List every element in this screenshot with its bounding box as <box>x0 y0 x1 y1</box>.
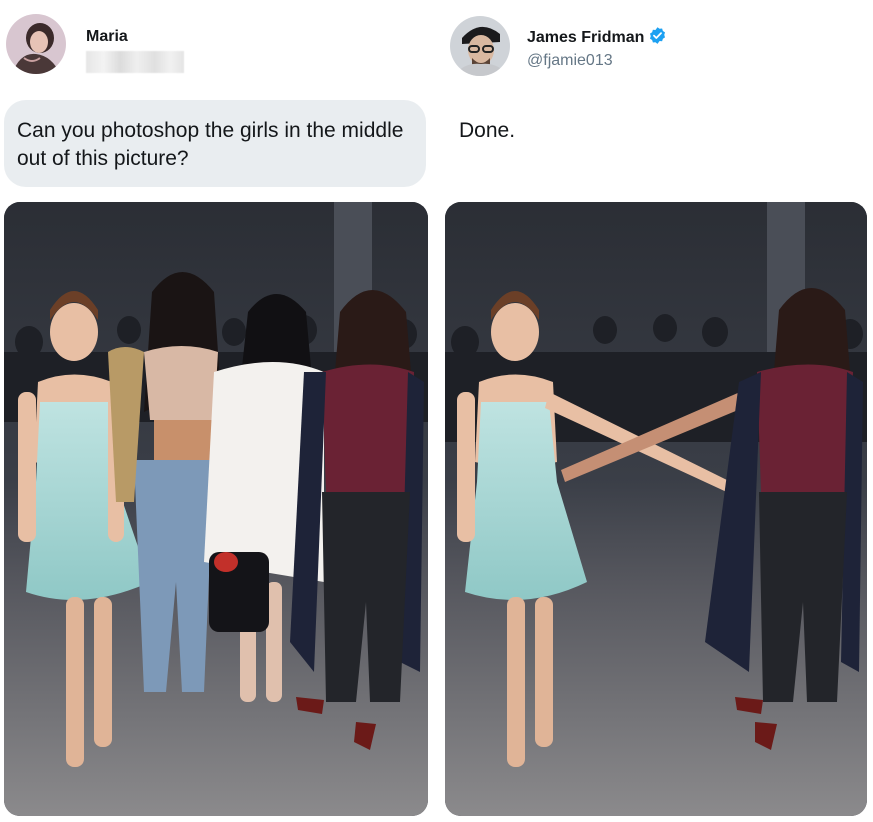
james-handle[interactable]: @fjamie013 <box>527 52 613 70</box>
question-message-text: Can you photoshop the girls in the middl… <box>17 119 404 170</box>
question-message-bubble: Can you photoshop the girls in the middl… <box>4 100 426 187</box>
james-user-name[interactable]: James Fridman <box>527 29 644 46</box>
avatar-image-icon <box>450 16 510 76</box>
group-photo-original-icon <box>4 202 428 816</box>
avatar-image-icon <box>6 14 66 74</box>
james-avatar[interactable] <box>450 16 510 76</box>
group-photo-edited-icon <box>445 202 867 816</box>
maria-avatar[interactable] <box>6 14 66 74</box>
maria-user-name[interactable]: Maria <box>86 28 128 46</box>
verified-badge-icon <box>650 27 666 44</box>
james-user-name-row[interactable]: James Fridman <box>527 26 667 47</box>
blurred-handle <box>86 51 184 73</box>
original-group-photo[interactable] <box>4 202 428 816</box>
reply-message-text: Done. <box>459 119 516 142</box>
edited-group-photo[interactable] <box>445 202 867 816</box>
